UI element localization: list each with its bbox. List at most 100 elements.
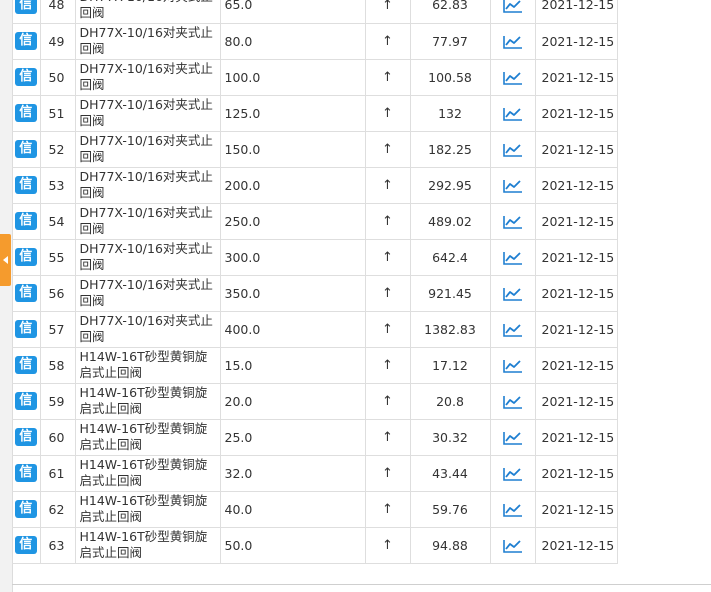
table-row: 信 62 H14W-16T砂型黄铜旋启式止回阀 40.0 ↑ 59.76 202… — [12, 491, 618, 528]
price-date: 2021-12-15 — [535, 275, 618, 312]
badge-cell: 信 — [12, 131, 41, 168]
info-badge-icon[interactable]: 信 — [14, 248, 37, 266]
trend-cell: ↑ — [365, 131, 411, 168]
info-badge-icon[interactable]: 信 — [14, 212, 37, 230]
chart-cell — [490, 383, 536, 420]
info-badge-icon[interactable]: 信 — [14, 320, 37, 338]
info-badge-icon[interactable]: 信 — [14, 500, 37, 518]
chart-cell — [490, 419, 536, 456]
info-badge-icon[interactable]: 信 — [14, 536, 37, 554]
table-row: 信 56 DH77X-10/16对夹式止回阀 350.0 ↑ 921.45 20… — [12, 275, 618, 312]
price-value: 77.97 — [410, 23, 491, 60]
price-date: 2021-12-15 — [535, 131, 618, 168]
badge-cell: 信 — [12, 383, 41, 420]
product-name: H14W-16T砂型黄铜旋启式止回阀 — [75, 419, 221, 456]
row-number: 60 — [40, 419, 76, 456]
line-chart-icon[interactable] — [502, 323, 523, 337]
row-number: 62 — [40, 491, 76, 528]
line-chart-icon[interactable] — [502, 71, 523, 85]
price-value: 132 — [410, 95, 491, 132]
arrow-up-icon: ↑ — [382, 178, 393, 193]
trend-cell: ↑ — [365, 491, 411, 528]
price-value: 921.45 — [410, 275, 491, 312]
info-badge-icon[interactable]: 信 — [14, 392, 37, 410]
price-date: 2021-12-15 — [535, 167, 618, 204]
price-date: 2021-12-15 — [535, 311, 618, 348]
trend-cell: ↑ — [365, 419, 411, 456]
line-chart-icon[interactable] — [502, 287, 523, 301]
trend-cell: ↑ — [365, 0, 411, 24]
line-chart-icon[interactable] — [502, 395, 523, 409]
info-badge-icon[interactable]: 信 — [14, 356, 37, 374]
badge-cell: 信 — [12, 59, 41, 96]
info-badge-icon[interactable]: 信 — [14, 176, 37, 194]
line-chart-icon[interactable] — [502, 539, 523, 553]
price-date: 2021-12-15 — [535, 23, 618, 60]
chart-cell — [490, 455, 536, 492]
row-number: 52 — [40, 131, 76, 168]
row-number: 51 — [40, 95, 76, 132]
line-chart-icon[interactable] — [502, 143, 523, 157]
arrow-up-icon: ↑ — [382, 250, 393, 265]
trend-cell: ↑ — [365, 23, 411, 60]
trend-cell: ↑ — [365, 311, 411, 348]
line-chart-icon[interactable] — [502, 0, 523, 13]
line-chart-icon[interactable] — [502, 359, 523, 373]
trend-cell: ↑ — [365, 167, 411, 204]
line-chart-icon[interactable] — [502, 467, 523, 481]
table-row: 信 59 H14W-16T砂型黄铜旋启式止回阀 20.0 ↑ 20.8 2021… — [12, 383, 618, 420]
badge-cell: 信 — [12, 95, 41, 132]
price-value: 62.83 — [410, 0, 491, 24]
nominal-size: 100.0 — [220, 59, 366, 96]
badge-cell: 信 — [12, 0, 41, 24]
price-table-body: 信 48 DH77X-10/16对夹式止回阀 65.0 ↑ 62.83 2021… — [12, 0, 618, 564]
line-chart-icon[interactable] — [502, 431, 523, 445]
badge-cell: 信 — [12, 311, 41, 348]
arrow-up-icon: ↑ — [382, 466, 393, 481]
line-chart-icon[interactable] — [502, 251, 523, 265]
info-badge-icon[interactable]: 信 — [14, 32, 37, 50]
price-value: 30.32 — [410, 419, 491, 456]
info-badge-icon[interactable]: 信 — [14, 104, 37, 122]
arrow-up-icon: ↑ — [382, 106, 393, 121]
line-chart-icon[interactable] — [502, 503, 523, 517]
table-row: 信 53 DH77X-10/16对夹式止回阀 200.0 ↑ 292.95 20… — [12, 167, 618, 204]
chart-cell — [490, 239, 536, 276]
trend-cell: ↑ — [365, 383, 411, 420]
info-badge-icon[interactable]: 信 — [14, 140, 37, 158]
price-value: 292.95 — [410, 167, 491, 204]
arrow-up-icon: ↑ — [382, 358, 393, 373]
product-name: H14W-16T砂型黄铜旋启式止回阀 — [75, 527, 221, 564]
product-name: DH77X-10/16对夹式止回阀 — [75, 275, 221, 312]
trend-cell: ↑ — [365, 455, 411, 492]
nominal-size: 200.0 — [220, 167, 366, 204]
info-badge-icon[interactable]: 信 — [14, 0, 37, 14]
nominal-size: 150.0 — [220, 131, 366, 168]
badge-cell: 信 — [12, 167, 41, 204]
arrow-up-icon: ↑ — [382, 430, 393, 445]
info-badge-icon[interactable]: 信 — [14, 284, 37, 302]
line-chart-icon[interactable] — [502, 215, 523, 229]
price-date: 2021-12-15 — [535, 203, 618, 240]
table-row: 信 57 DH77X-10/16对夹式止回阀 400.0 ↑ 1382.83 2… — [12, 311, 618, 348]
row-number: 55 — [40, 239, 76, 276]
chart-cell — [490, 59, 536, 96]
line-chart-icon[interactable] — [502, 179, 523, 193]
info-badge-icon[interactable]: 信 — [14, 68, 37, 86]
price-table: 信 48 DH77X-10/16对夹式止回阀 65.0 ↑ 62.83 2021… — [12, 0, 618, 564]
price-value: 20.8 — [410, 383, 491, 420]
nominal-size: 300.0 — [220, 239, 366, 276]
chart-cell — [490, 23, 536, 60]
row-number: 56 — [40, 275, 76, 312]
table-row: 信 52 DH77X-10/16对夹式止回阀 150.0 ↑ 182.25 20… — [12, 131, 618, 168]
product-name: DH77X-10/16对夹式止回阀 — [75, 131, 221, 168]
info-badge-icon[interactable]: 信 — [14, 464, 37, 482]
chart-cell — [490, 491, 536, 528]
line-chart-icon[interactable] — [502, 35, 523, 49]
line-chart-icon[interactable] — [502, 107, 523, 121]
nominal-size: 20.0 — [220, 383, 366, 420]
price-date: 2021-12-15 — [535, 239, 618, 276]
info-badge-icon[interactable]: 信 — [14, 428, 37, 446]
sidebar-collapse-toggle[interactable] — [0, 234, 11, 286]
row-number: 58 — [40, 347, 76, 384]
